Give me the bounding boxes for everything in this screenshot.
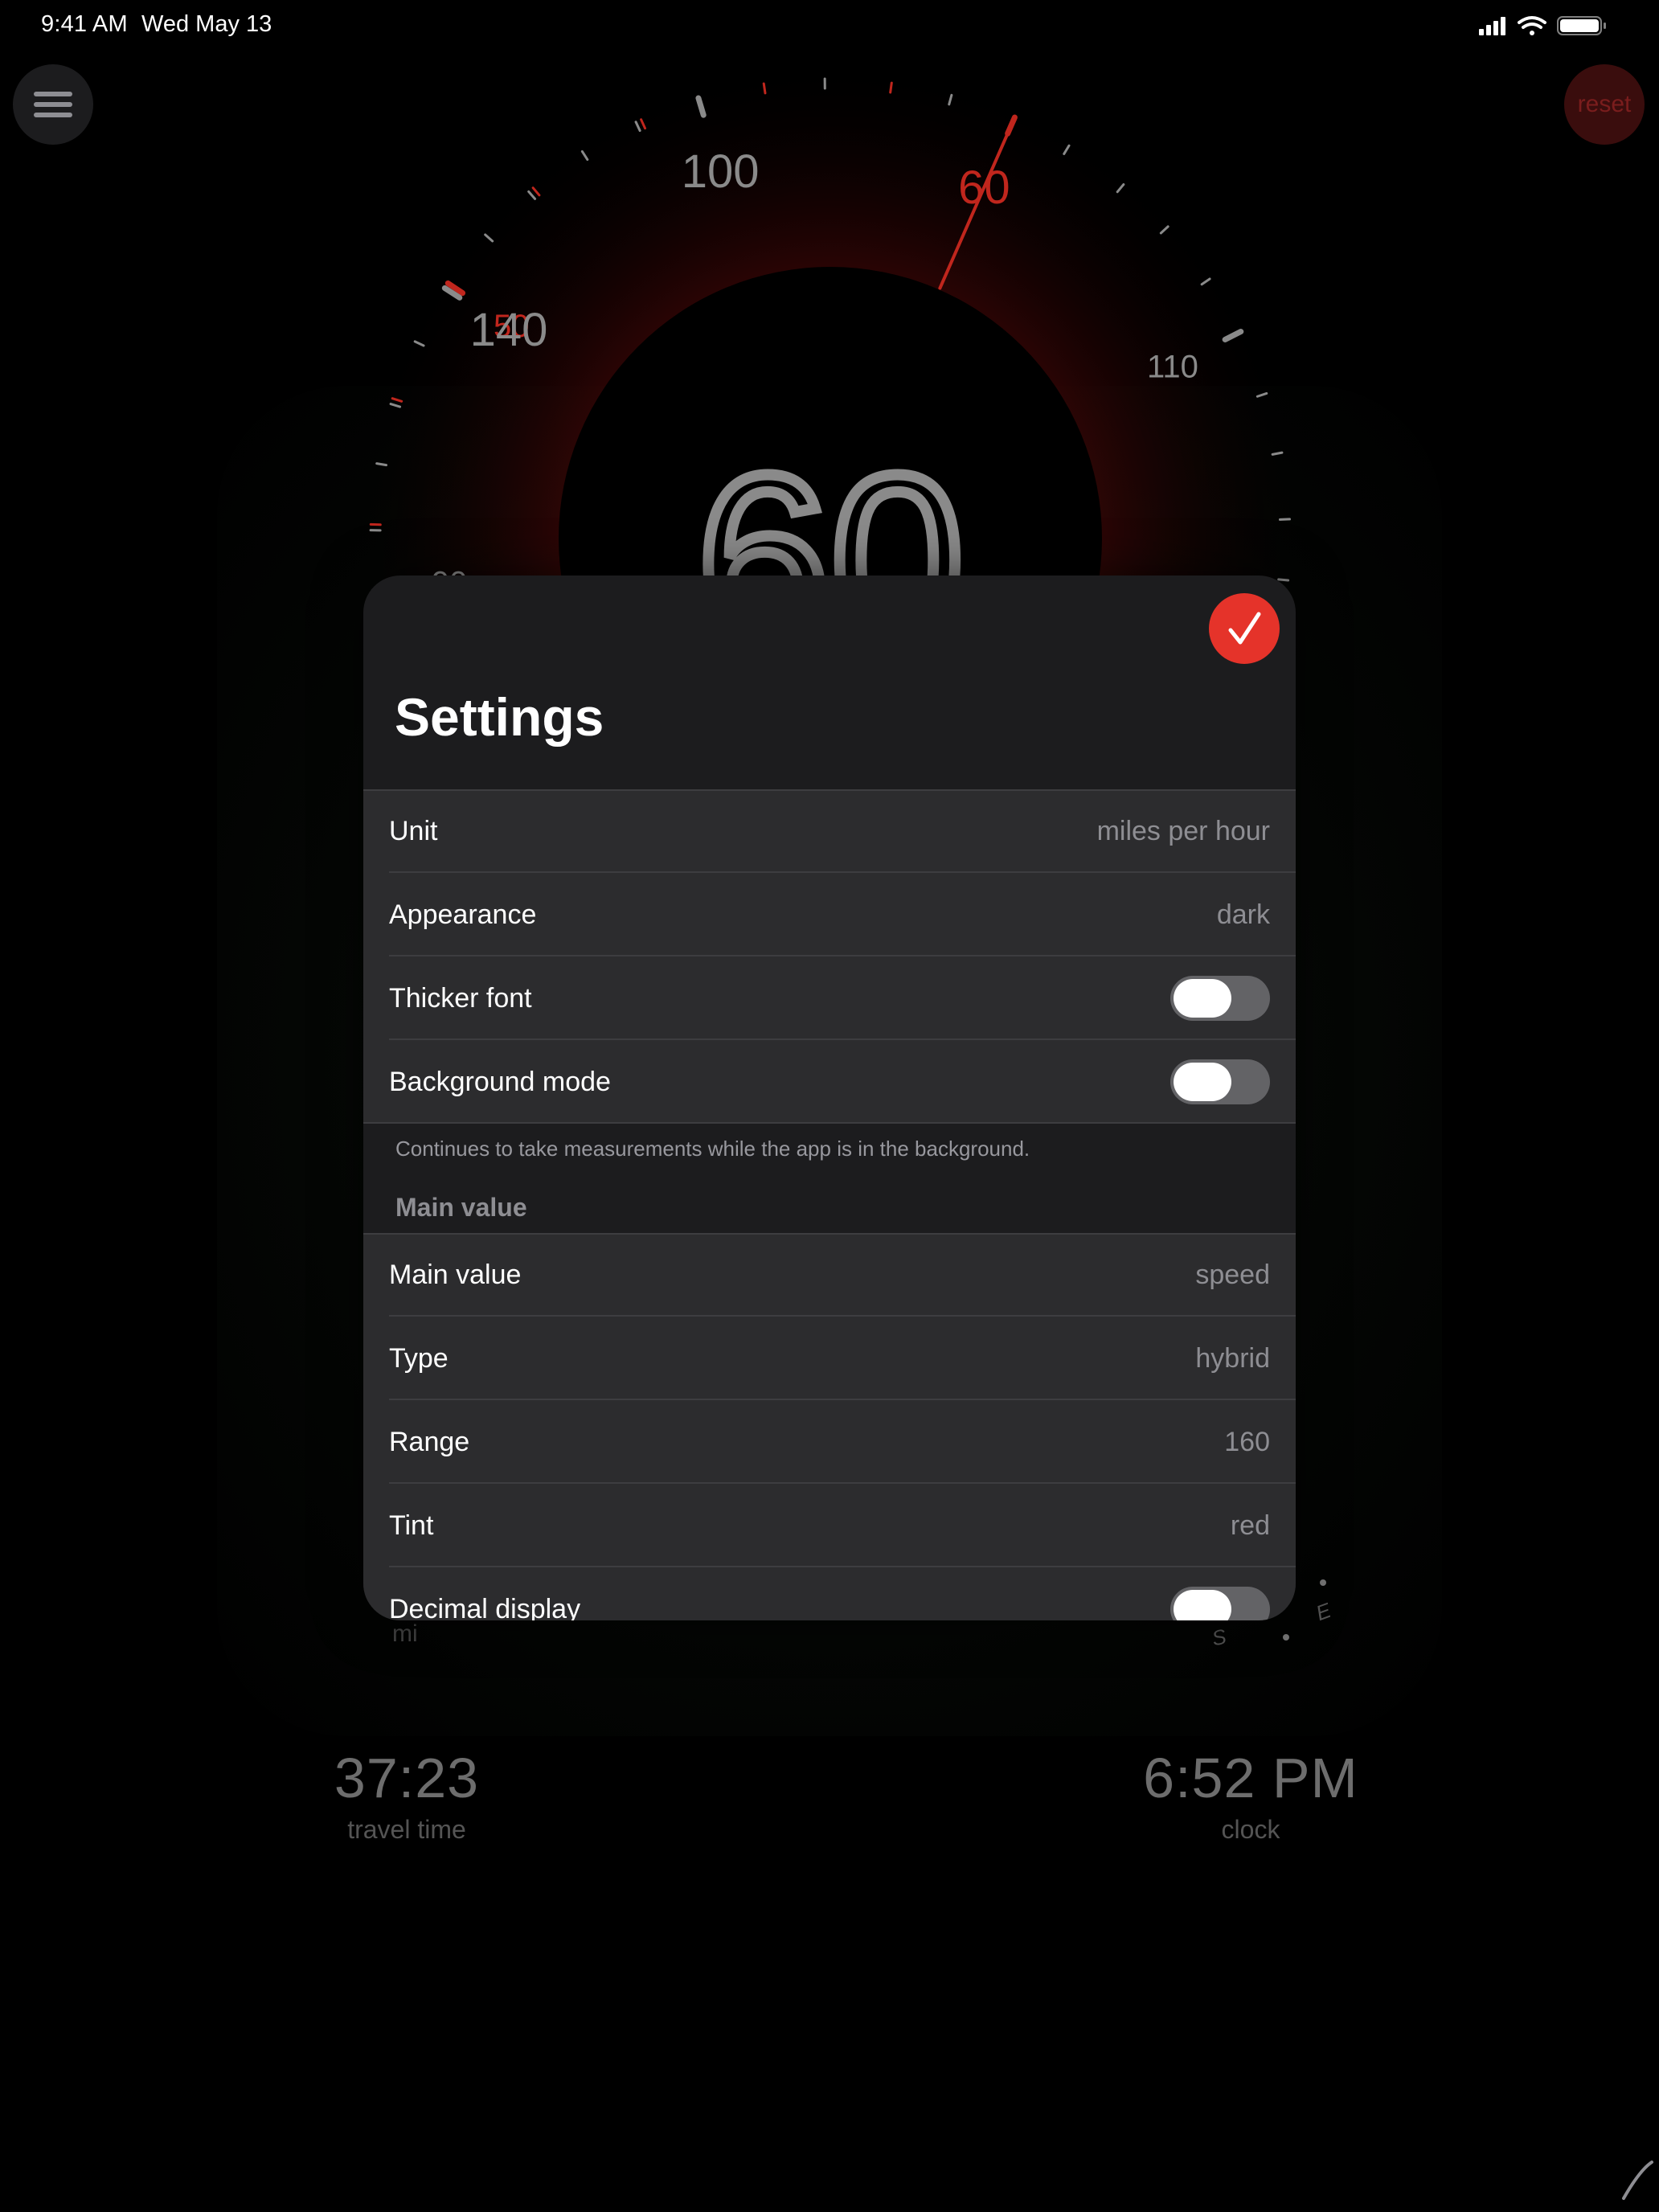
setting-row-thicker-font: Thicker font (363, 956, 1296, 1040)
setting-value: 160 (1224, 1427, 1270, 1457)
setting-value: miles per hour (1096, 816, 1270, 846)
setting-label: Decimal display (389, 1594, 581, 1620)
setting-row-main-value[interactable]: Main value speed (363, 1233, 1296, 1317)
general-settings-group: Unit miles per hour Appearance dark Thic… (363, 789, 1296, 1124)
decimal-display-toggle[interactable] (1170, 1587, 1270, 1620)
setting-row-type[interactable]: Type hybrid (363, 1317, 1296, 1400)
status-bar: 9:41 AM Wed May 13 (0, 0, 1659, 51)
status-icons (1479, 16, 1606, 35)
setting-row-tint[interactable]: Tint red (363, 1484, 1296, 1567)
wifi-icon (1518, 16, 1546, 35)
menu-button[interactable] (13, 64, 93, 145)
settings-sheet: Settings Unit miles per hour Appearance … (363, 576, 1296, 1620)
speedometer-screen: 5060708090100110120130140 60 mi S E 9:41… (0, 0, 1659, 2212)
setting-row-decimal-display: Decimal display (363, 1567, 1296, 1620)
gauge-tick (375, 462, 388, 467)
checkmark-icon (1228, 612, 1261, 645)
setting-label: Appearance (389, 899, 537, 930)
settings-title: Settings (395, 687, 604, 747)
clock-label: clock (1221, 1815, 1280, 1844)
hamburger-menu-icon (34, 92, 72, 117)
setting-row-unit[interactable]: Unit miles per hour (363, 789, 1296, 873)
main-value-section-header: Main value (395, 1193, 527, 1222)
setting-label: Tint (389, 1510, 434, 1541)
reset-button[interactable]: reset (1564, 64, 1645, 145)
background-mode-toggle[interactable] (1170, 1059, 1270, 1104)
background-mode-footnote: Continues to take measurements while the… (395, 1137, 1030, 1161)
cellular-signal-icon (1479, 17, 1505, 35)
gauge-tick-label: 100 (682, 145, 760, 198)
compass-dot (1320, 1579, 1326, 1586)
status-date: Wed May 13 (141, 11, 272, 37)
gauge-tick (762, 82, 767, 95)
done-button[interactable] (1209, 593, 1280, 664)
setting-label: Unit (389, 816, 438, 846)
thicker-font-toggle[interactable] (1170, 976, 1270, 1021)
travel-time-value: 37:23 (334, 1747, 480, 1809)
setting-label: Main value (389, 1260, 522, 1290)
odometer-unit-label: mi (392, 1620, 418, 1647)
setting-value: red (1230, 1510, 1270, 1541)
battery-icon (1557, 16, 1606, 35)
resize-handle-icon (1622, 2161, 1653, 2200)
gauge-tick-label: 110 (1147, 349, 1198, 384)
setting-value: dark (1216, 899, 1270, 930)
setting-row-background-mode: Background mode (363, 1040, 1296, 1124)
toggle-knob (1174, 979, 1231, 1018)
setting-label: Type (389, 1343, 449, 1374)
toggle-knob (1174, 1590, 1231, 1620)
setting-value: speed (1195, 1260, 1270, 1290)
status-time: 9:41 AM (41, 11, 128, 37)
gauge-tick-label: 140 (470, 304, 548, 356)
group-divider (363, 1122, 1296, 1124)
main-value-settings-group: Main value speed Type hybrid Range 160 T… (363, 1233, 1296, 1620)
setting-label: Thicker font (389, 983, 532, 1014)
setting-label: Range (389, 1427, 470, 1457)
gauge-tick (889, 81, 893, 94)
setting-row-appearance[interactable]: Appearance dark (363, 873, 1296, 956)
toggle-knob (1174, 1063, 1231, 1101)
setting-row-range[interactable]: Range 160 (363, 1400, 1296, 1484)
gauge-tick (1279, 518, 1291, 521)
setting-label: Background mode (389, 1067, 611, 1097)
setting-value: hybrid (1195, 1343, 1270, 1374)
clock-value: 6:52 PM (1143, 1747, 1358, 1809)
travel-time-label: travel time (347, 1815, 466, 1844)
compass-dot (1283, 1634, 1289, 1641)
